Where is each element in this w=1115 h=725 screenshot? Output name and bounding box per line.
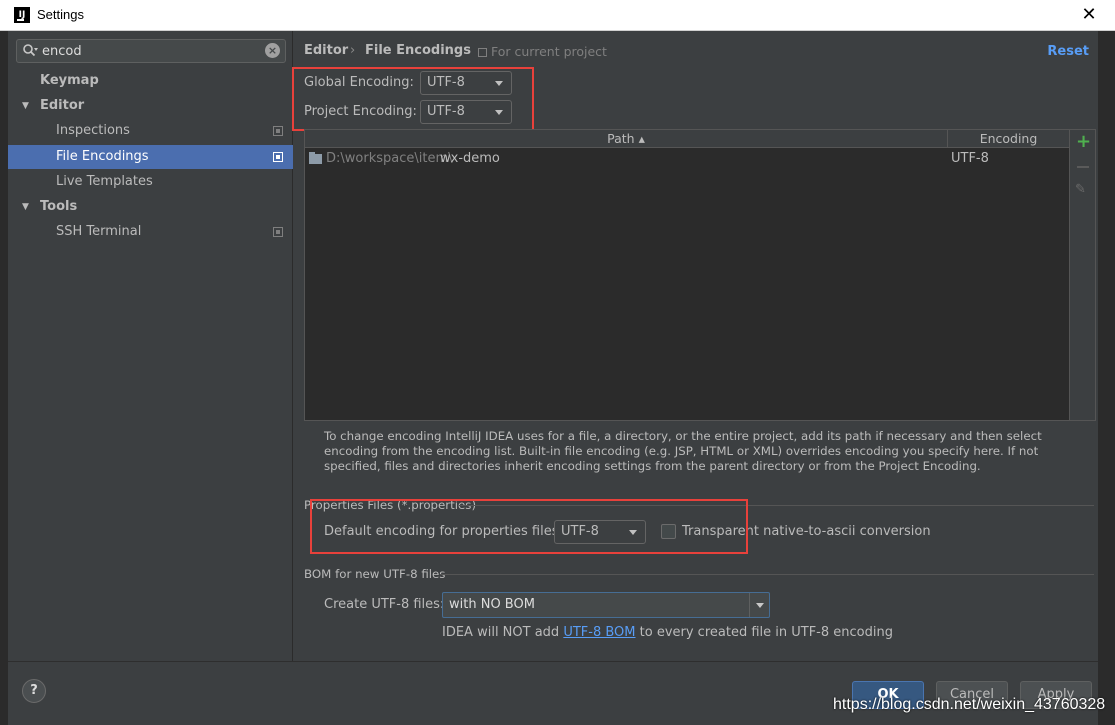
- help-button[interactable]: ?: [22, 679, 46, 703]
- remove-icon[interactable]: [1077, 166, 1089, 168]
- settings-search-box[interactable]: ×: [16, 39, 286, 63]
- clear-search-icon[interactable]: ×: [265, 43, 280, 58]
- table-header: Path ▴ Encoding: [305, 130, 1069, 148]
- breadcrumb-separator: ›: [350, 43, 356, 58]
- bom-note: IDEA will NOT add UTF-8 BOM to every cre…: [442, 625, 893, 640]
- section-divider: [440, 574, 1094, 575]
- expand-arrow-icon[interactable]: ▼: [22, 94, 29, 118]
- sidebar-item-label: Tools: [40, 199, 78, 214]
- sidebar-item-label: Inspections: [56, 123, 130, 138]
- bom-combo-value: with NO BOM: [449, 597, 535, 612]
- path-encoding-table: Path ▴ Encoding D:\workspace\item\ wx-de…: [304, 129, 1070, 421]
- intellij-app-icon: IJ: [14, 7, 30, 23]
- close-window-button[interactable]: ✕: [1079, 5, 1099, 25]
- sidebar-item-label: SSH Terminal: [56, 224, 142, 239]
- project-scope-icon: [273, 152, 283, 162]
- column-header-path[interactable]: Path ▴: [305, 130, 948, 148]
- file-encodings-panel: Editor › File Encodings For current proj…: [292, 31, 1098, 661]
- row-path-prefix: D:\workspace\item\: [326, 151, 453, 166]
- project-scope-note: For current project: [478, 44, 607, 59]
- column-header-encoding[interactable]: Encoding: [948, 130, 1069, 148]
- row-path-name: wx-demo: [440, 151, 500, 166]
- create-utf8-label: Create UTF-8 files:: [324, 597, 445, 612]
- utf8-bom-link[interactable]: UTF-8 BOM: [563, 625, 635, 640]
- table-row[interactable]: D:\workspace\item\ wx-demo UTF-8: [305, 149, 1069, 169]
- sidebar-item-live-templates[interactable]: Live Templates: [8, 170, 293, 194]
- reset-link[interactable]: Reset: [1047, 44, 1089, 59]
- highlight-box-properties: [310, 499, 748, 554]
- dialog-footer-divider: [8, 661, 1098, 662]
- sidebar-item-inspections[interactable]: Inspections: [8, 119, 293, 143]
- sidebar-item-label: File Encodings: [56, 149, 149, 164]
- window-title: Settings: [37, 7, 84, 22]
- search-input[interactable]: [42, 42, 252, 60]
- row-encoding[interactable]: UTF-8: [951, 149, 989, 169]
- table-toolbar: + ✎: [1070, 129, 1096, 421]
- sidebar-item-ssh-terminal[interactable]: SSH Terminal: [8, 220, 293, 244]
- sidebar-item-label: Editor: [40, 98, 85, 113]
- project-scope-label: For current project: [491, 44, 607, 59]
- sidebar-item-editor[interactable]: ▼ Editor: [8, 94, 293, 118]
- folder-icon: [309, 152, 322, 164]
- breadcrumb-file-encodings: File Encodings: [365, 43, 471, 58]
- search-icon: [23, 44, 38, 57]
- dropdown-arrow-icon[interactable]: [749, 593, 769, 617]
- encoding-help-text: To change encoding IntelliJ IDEA uses fo…: [324, 429, 1042, 473]
- bom-note-after: to every created file in UTF-8 encoding: [635, 625, 893, 640]
- bom-note-before: IDEA will NOT add: [442, 625, 564, 640]
- settings-dialog: × Keymap ▼ Editor Inspections File Encod…: [8, 31, 1098, 725]
- highlight-box-encodings: [292, 67, 534, 131]
- sidebar-item-tools[interactable]: ▼ Tools: [8, 195, 293, 219]
- bom-combo[interactable]: with NO BOM: [442, 592, 770, 618]
- project-scope-icon: [273, 227, 283, 237]
- watermark-text: https://blog.csdn.net/weixin_43760328: [833, 696, 1106, 713]
- sidebar-item-keymap[interactable]: Keymap: [8, 69, 293, 93]
- expand-arrow-icon[interactable]: ▼: [22, 195, 29, 219]
- sidebar-item-label: Keymap: [40, 73, 99, 88]
- add-icon[interactable]: +: [1076, 133, 1091, 151]
- bom-section-title: BOM for new UTF-8 files: [304, 567, 446, 581]
- ide-background-right: [1098, 0, 1115, 725]
- edit-pencil-icon[interactable]: ✎: [1075, 182, 1086, 197]
- ide-background-left: [0, 0, 8, 725]
- breadcrumb-editor: Editor: [304, 43, 349, 58]
- title-bar: IJ Settings ✕: [0, 0, 1115, 31]
- sidebar-item-label: Live Templates: [56, 174, 153, 189]
- sidebar-item-file-encodings[interactable]: File Encodings: [8, 145, 293, 169]
- project-scope-icon: [478, 48, 487, 57]
- settings-sidebar: × Keymap ▼ Editor Inspections File Encod…: [8, 31, 293, 661]
- project-scope-icon: [273, 126, 283, 136]
